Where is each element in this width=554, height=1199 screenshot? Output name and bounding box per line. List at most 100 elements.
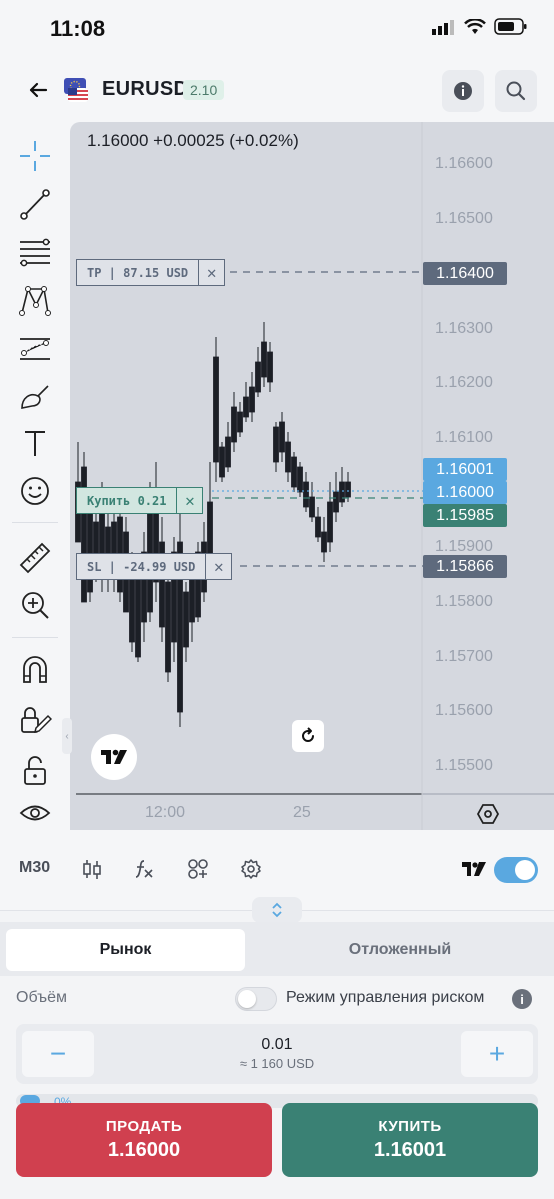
tool-ruler[interactable] [14,537,56,579]
price-axis-label: 1.16500 [435,210,493,227]
sell-label: ПРОДАТЬ [105,1118,183,1135]
gear-icon [241,859,261,879]
candle-body [231,406,237,443]
tp-order-tag[interactable]: TP | 87.15 USD ✕ [76,259,226,286]
tab-pending[interactable]: Отложенный [252,929,548,971]
sl-price-label: 1.15866 [423,555,507,578]
sl-close-icon[interactable]: ✕ [205,554,231,579]
search-button[interactable] [495,70,537,112]
tool-forecast[interactable] [14,327,56,369]
risk-mode-label: Режим управления риском [286,989,485,1006]
price-axis-label: 1.16600 [435,155,493,172]
tradingview-mode-icon [459,856,489,882]
text-icon [25,431,45,456]
tradingview-toggle[interactable] [494,857,538,883]
candle-body [219,446,225,478]
lock-pencil-icon [21,707,52,734]
tool-crosshair[interactable] [14,135,56,177]
price-axis-label: 1.15600 [435,702,493,719]
volume-stepper [16,1024,538,1084]
chart-settings-button[interactable] [474,800,502,828]
trend-line-icon [20,189,50,220]
tool-trend-line[interactable] [14,183,56,225]
tp-close-icon[interactable]: ✕ [198,260,224,285]
price-change-info: 1.16000 +0.00025 (+0.02%) [87,131,299,150]
fib-icon [20,238,50,267]
volume-value[interactable]: 0.01 [0,1036,554,1054]
tool-visibility[interactable] [14,792,56,834]
panel-expand-handle[interactable] [252,897,302,923]
buy-button[interactable]: КУПИТЬ 1.16001 [282,1103,538,1177]
price-axis-label: 1.16300 [435,320,493,337]
candle-body [135,576,141,658]
ask-price-label: 1.16001 [423,458,507,481]
volume-usd: ≈ 1 160 USD [239,1056,315,1071]
candle-body [297,466,303,493]
chart-type-button[interactable] [79,856,105,882]
risk-mode-toggle[interactable] [235,987,277,1011]
buy-order-close-icon[interactable]: ✕ [176,488,202,513]
candle-body [309,496,315,518]
timeframe-button[interactable]: M30 [19,859,50,877]
status-icons [432,18,528,35]
tool-text[interactable] [14,422,56,464]
toolbar-divider [12,637,58,638]
emoji-icon [21,477,49,505]
info-icon [454,82,472,100]
candle-body [279,421,285,453]
tp-price-label: 1.16400 [423,262,507,285]
brush-icon [21,385,49,409]
price-axis-label: 1.16200 [435,374,493,391]
buy-order-text: Купить 0.21 [87,493,167,508]
eye-icon [19,805,51,821]
tool-pattern[interactable] [14,279,56,321]
candle-body [267,351,273,383]
buy-order-tag[interactable]: Купить 0.21 ✕ [76,487,204,514]
candle-body [261,341,267,378]
tool-brush[interactable] [14,376,56,418]
tool-fib[interactable] [14,231,56,273]
candle-body [315,516,321,538]
toolbar-divider [12,522,58,523]
tool-unlock[interactable] [14,749,56,791]
sell-button[interactable]: ПРОДАТЬ 1.16000 [16,1103,272,1177]
tab-market[interactable]: Рынок [6,929,245,971]
crosshair-icon [20,141,50,171]
indicators-button[interactable] [131,856,157,882]
tool-lock-drawings[interactable] [14,698,56,740]
buy-price: 1.16001 [373,1139,447,1161]
settings-button[interactable] [238,856,264,882]
tp-order-text: TP | 87.15 USD [87,265,189,280]
tool-magnet[interactable] [14,648,56,690]
signal-icon [432,19,454,35]
tool-zoom[interactable] [14,584,56,626]
tradingview-logo[interactable] [91,734,137,780]
back-button[interactable] [24,76,52,104]
tool-emoji[interactable] [14,470,56,512]
sell-price: 1.16000 [107,1139,181,1161]
price-axis-label: 1.15900 [435,538,493,555]
sl-order-tag[interactable]: SL | -24.99 USD ✕ [76,553,233,580]
price-axis-label: 1.15500 [435,757,493,774]
candle-body [255,361,261,393]
unlock-icon [24,756,46,785]
reset-chart-button[interactable] [292,720,324,752]
price-axis-label: 1.16100 [435,429,493,446]
templates-icon [188,859,208,879]
candle-body [165,581,171,673]
buy-label: КУПИТЬ [378,1118,442,1135]
templates-button[interactable] [185,856,211,882]
tradingview-icon [462,862,486,876]
candle-body [225,436,231,468]
ruler-icon [19,542,51,574]
hexagon-settings-icon [476,804,500,824]
volume-label: Объём [16,989,67,1006]
info-icon[interactable]: i [512,989,532,1009]
candle-body [237,411,243,433]
candle-body [345,481,351,498]
info-button[interactable] [442,70,484,112]
search-icon [506,81,526,101]
tradingview-icon [101,749,127,764]
time-label: 25 [293,804,311,821]
wifi-icon [464,18,486,34]
